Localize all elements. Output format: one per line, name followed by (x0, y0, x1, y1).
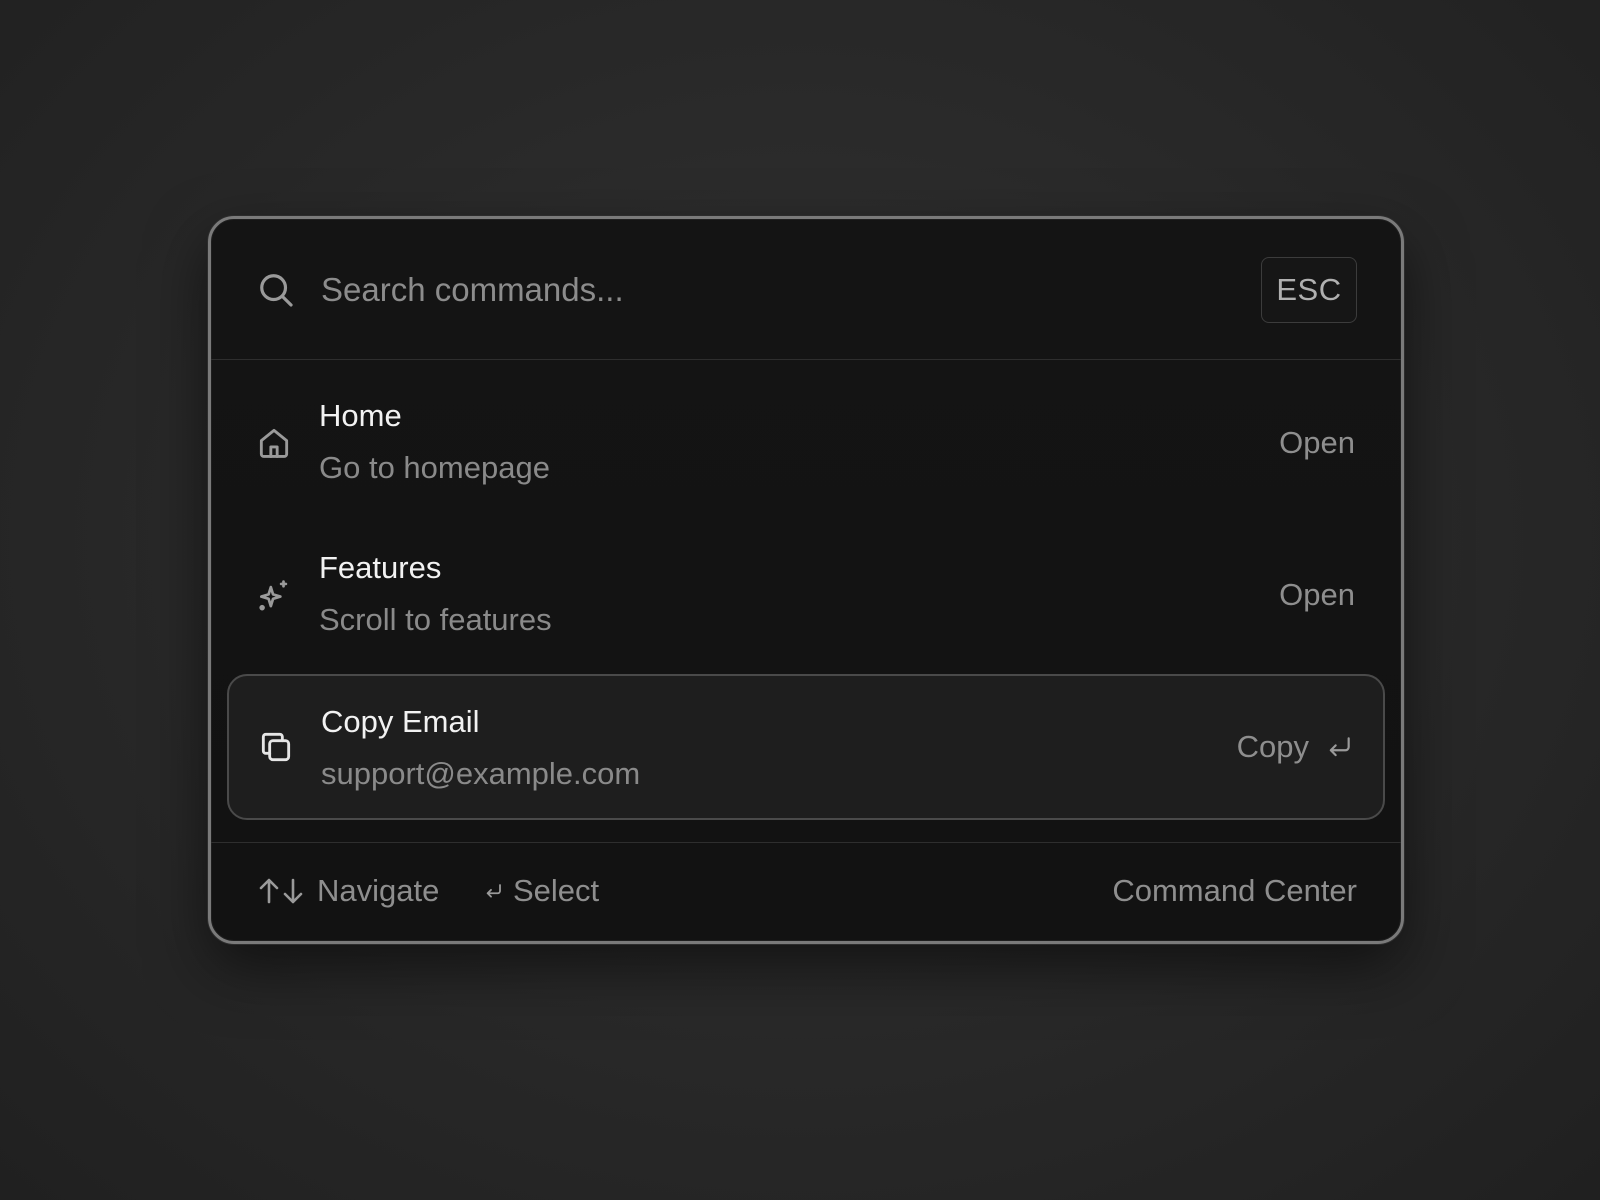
esc-button[interactable]: ESC (1261, 257, 1357, 323)
command-title: Features (319, 550, 442, 585)
footer-title: Command Center (1112, 873, 1357, 908)
search-bar: ESC (211, 219, 1401, 360)
command-subtitle: support@example.com (321, 756, 641, 791)
select-label: Select (513, 873, 600, 908)
command-action: Copy (1237, 729, 1353, 765)
command-item-copy-email[interactable]: Copy Email support@example.com Copy (227, 674, 1385, 820)
home-icon (259, 428, 289, 458)
up-down-arrows-icon (259, 878, 303, 904)
navigate-label: Navigate (317, 873, 440, 908)
search-icon (260, 274, 293, 307)
search-input[interactable] (321, 263, 1121, 317)
navigate-hint: Navigate (257, 873, 439, 909)
command-title: Home (319, 398, 402, 433)
select-hint: Select (485, 873, 599, 909)
copy-icon (261, 732, 291, 762)
command-action-label: Open (1279, 577, 1355, 612)
command-action: Open (1279, 425, 1355, 461)
command-title: Copy Email (321, 704, 480, 739)
command-item-home[interactable]: Home Go to homepage Open (227, 370, 1385, 516)
command-action-label: Copy (1236, 729, 1309, 764)
esc-label: ESC (1276, 272, 1342, 307)
enter-icon (1329, 737, 1350, 757)
palette-footer: Navigate Select Command Center (211, 842, 1401, 941)
command-list: Home Go to homepage Open Features Scroll… (211, 360, 1401, 840)
command-action: Open (1279, 577, 1355, 613)
enter-icon (486, 884, 501, 898)
command-action-label: Open (1279, 425, 1355, 460)
command-subtitle: Scroll to features (319, 602, 552, 637)
command-subtitle: Go to homepage (319, 450, 550, 485)
command-item-features[interactable]: Features Scroll to features Open (227, 522, 1385, 668)
command-palette: ESC Home Go to homepage Open Features Sc… (208, 216, 1404, 944)
sparkles-icon (259, 580, 288, 611)
